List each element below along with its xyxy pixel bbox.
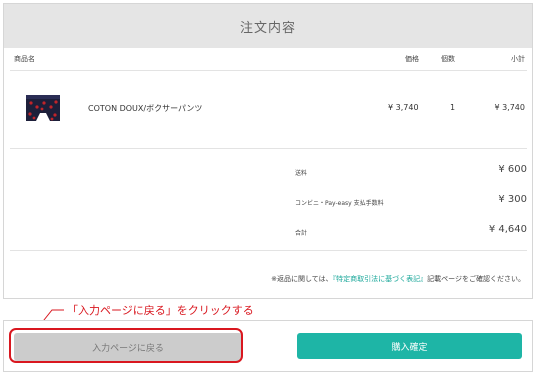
divider [10,148,527,149]
fee-row: コンビニ・Pay-easy 支払手数料 ¥ 300 [10,186,527,214]
column-subtotal: 小計 [511,55,525,63]
action-bar: 入力ページに戻る 購入確定 [3,320,533,372]
panel-title: 注文内容 [4,4,532,48]
returns-note: ※返品に関しては、『特定商取引法に基づく表記』記載ページをご確認ください。 [271,274,525,284]
shipping-row: 送料 ¥ 600 [10,156,527,184]
total-label: 合計 [295,230,308,237]
product-quantity: 1 [450,103,456,112]
product-thumbnail [22,89,64,129]
product-price: ¥ 3,740 [388,103,419,112]
note-suffix: 記載ページをご確認ください。 [427,275,525,283]
product-subtotal: ¥ 3,740 [494,103,525,112]
fee-value: ¥ 300 [498,194,527,205]
column-price: 価格 [405,55,419,63]
column-quantity: 個数 [441,55,455,63]
shipping-value: ¥ 600 [498,164,527,175]
table-header: 商品名 価格 個数 小計 [10,50,527,68]
order-totals: 送料 ¥ 600 コンビニ・Pay-easy 支払手数料 ¥ 300 合計 ¥ … [10,150,527,245]
total-value: ¥ 4,640 [488,224,527,235]
instruction-callout: 「入力ページに戻る」をクリックする [67,304,254,317]
column-product: 商品名 [14,55,35,63]
total-row: 合計 ¥ 4,640 [10,216,527,244]
note-prefix: ※返品に関しては、 [271,275,333,283]
confirm-purchase-button[interactable]: 購入確定 [297,333,522,359]
legal-notice-link[interactable]: 『特定商取引法に基づく表記』 [333,275,428,283]
fee-label: コンビニ・Pay-easy 支払手数料 [295,200,384,207]
table-row: COTON DOUX/ボクサーパンツ ¥ 3,740 1 ¥ 3,740 [10,72,527,146]
divider [10,70,527,71]
shipping-label: 送料 [295,170,308,177]
divider [10,250,527,251]
product-name: COTON DOUX/ボクサーパンツ [88,104,203,113]
back-to-input-button[interactable]: 入力ページに戻る [14,333,242,361]
